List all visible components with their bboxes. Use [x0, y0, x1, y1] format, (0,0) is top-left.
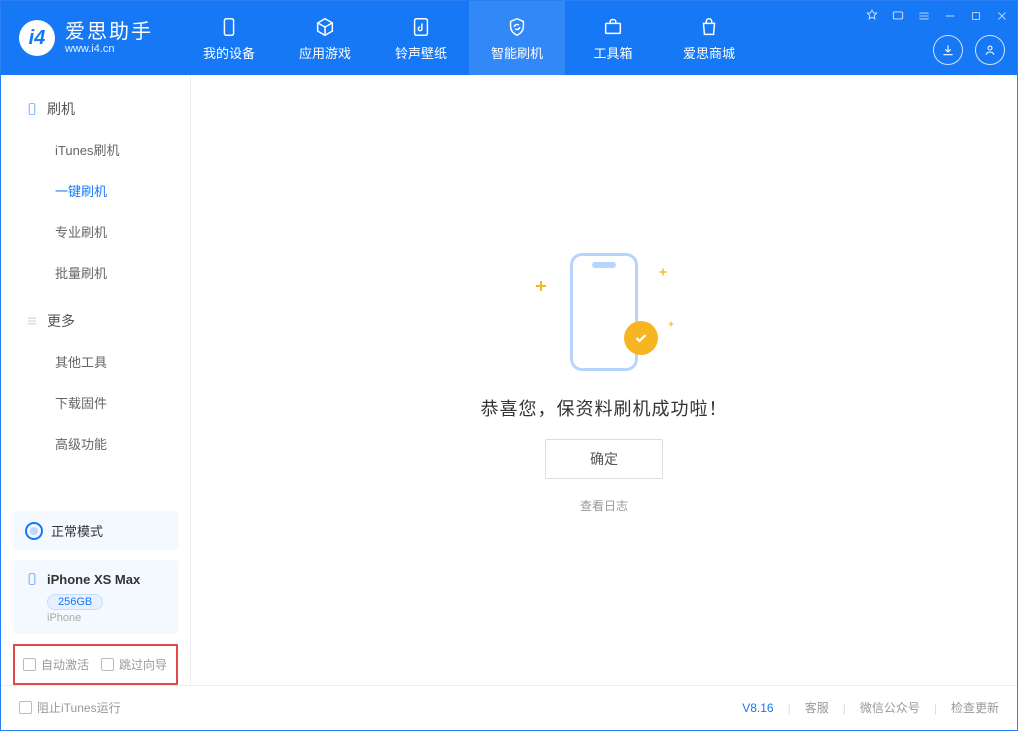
- feedback-icon[interactable]: [889, 7, 907, 25]
- ok-button[interactable]: 确定: [545, 439, 663, 479]
- checkbox-icon: [23, 658, 36, 671]
- mode-label: 正常模式: [51, 521, 103, 540]
- nav-label: 智能刷机: [491, 43, 543, 62]
- device-mode[interactable]: 正常模式: [13, 511, 178, 550]
- nav-apps-games[interactable]: 应用游戏: [277, 1, 373, 75]
- minimize-button[interactable]: [941, 7, 959, 25]
- logo-icon: i4: [19, 20, 55, 56]
- window-controls: [863, 7, 1011, 25]
- sidebar-item-other-tools[interactable]: 其他工具: [1, 341, 190, 382]
- footer-link-service[interactable]: 客服: [805, 699, 829, 716]
- option-label: 阻止iTunes运行: [37, 699, 121, 716]
- bag-icon: [697, 15, 721, 39]
- success-illustration: [514, 247, 694, 377]
- device-type: iPhone: [47, 612, 166, 624]
- phone-outline-icon: [25, 102, 39, 116]
- sidebar-section-more: 更多: [1, 301, 190, 341]
- device-capacity-badge: 256GB: [47, 594, 103, 610]
- nav-label: 工具箱: [593, 43, 632, 62]
- user-button[interactable]: [975, 35, 1005, 65]
- menu-icon[interactable]: [915, 7, 933, 25]
- download-button[interactable]: [933, 35, 963, 65]
- sidebar-item-pro-flash[interactable]: 专业刷机: [1, 211, 190, 252]
- footer-link-update[interactable]: 检查更新: [951, 699, 999, 716]
- main-content: 恭喜您，保资料刷机成功啦！ 确定 查看日志: [191, 75, 1017, 685]
- version-label: V8.16: [742, 701, 773, 715]
- app-subtitle: www.i4.cn: [65, 43, 153, 55]
- list-icon: [25, 314, 39, 328]
- option-label: 自动激活: [41, 656, 89, 673]
- sidebar: 刷机 iTunes刷机 一键刷机 专业刷机 批量刷机 更多 其他工具 下载固件 …: [1, 75, 191, 685]
- option-block-itunes[interactable]: 阻止iTunes运行: [19, 699, 121, 716]
- maximize-button[interactable]: [967, 7, 985, 25]
- nav-label: 爱思商城: [683, 43, 735, 62]
- nav-label: 铃声壁纸: [395, 43, 447, 62]
- theme-icon[interactable]: [863, 7, 881, 25]
- nav-my-device[interactable]: 我的设备: [181, 1, 277, 75]
- option-auto-activate[interactable]: 自动激活: [23, 656, 89, 673]
- cube-icon: [313, 15, 337, 39]
- sidebar-item-oneclick-flash[interactable]: 一键刷机: [1, 170, 190, 211]
- sidebar-item-advanced[interactable]: 高级功能: [1, 423, 190, 464]
- sidebar-item-itunes-flash[interactable]: iTunes刷机: [1, 129, 190, 170]
- check-badge-icon: [624, 321, 658, 355]
- section-title: 刷机: [47, 99, 75, 119]
- device-name: iPhone XS Max: [47, 572, 140, 587]
- top-nav: 我的设备 应用游戏 铃声壁纸 智能刷机 工具箱 爱思商城: [181, 1, 757, 75]
- music-file-icon: [409, 15, 433, 39]
- mode-indicator-icon: [25, 522, 43, 540]
- briefcase-icon: [601, 15, 625, 39]
- sidebar-item-batch-flash[interactable]: 批量刷机: [1, 252, 190, 293]
- shield-refresh-icon: [505, 15, 529, 39]
- titlebar: i4 爱思助手 www.i4.cn 我的设备 应用游戏 铃声壁纸 智能刷机 工具…: [1, 1, 1017, 75]
- device-card[interactable]: iPhone XS Max 256GB iPhone: [13, 560, 178, 634]
- nav-label: 应用游戏: [299, 43, 351, 62]
- flash-options: 自动激活 跳过向导: [13, 644, 178, 685]
- success-message: 恭喜您，保资料刷机成功啦！: [481, 395, 728, 421]
- nav-label: 我的设备: [203, 43, 255, 62]
- section-title: 更多: [47, 311, 75, 331]
- checkbox-icon: [101, 658, 114, 671]
- sidebar-item-download-firmware[interactable]: 下载固件: [1, 382, 190, 423]
- sidebar-section-flash: 刷机: [1, 89, 190, 129]
- nav-ringtones[interactable]: 铃声壁纸: [373, 1, 469, 75]
- phone-icon: [217, 15, 241, 39]
- nav-toolbox[interactable]: 工具箱: [565, 1, 661, 75]
- close-button[interactable]: [993, 7, 1011, 25]
- footer: 阻止iTunes运行 V8.16 | 客服 | 微信公众号 | 检查更新: [1, 685, 1017, 729]
- header-actions: [933, 35, 1005, 65]
- nav-smart-flash[interactable]: 智能刷机: [469, 1, 565, 75]
- phone-small-icon: [25, 570, 39, 588]
- view-log-link[interactable]: 查看日志: [580, 497, 628, 514]
- footer-link-wechat[interactable]: 微信公众号: [860, 699, 920, 716]
- checkbox-icon: [19, 701, 32, 714]
- phone-illustration-icon: [570, 253, 638, 371]
- option-skip-guide[interactable]: 跳过向导: [101, 656, 167, 673]
- option-label: 跳过向导: [119, 656, 167, 673]
- app-title: 爱思助手: [65, 21, 153, 43]
- app-logo: i4 爱思助手 www.i4.cn: [1, 20, 171, 56]
- nav-store[interactable]: 爱思商城: [661, 1, 757, 75]
